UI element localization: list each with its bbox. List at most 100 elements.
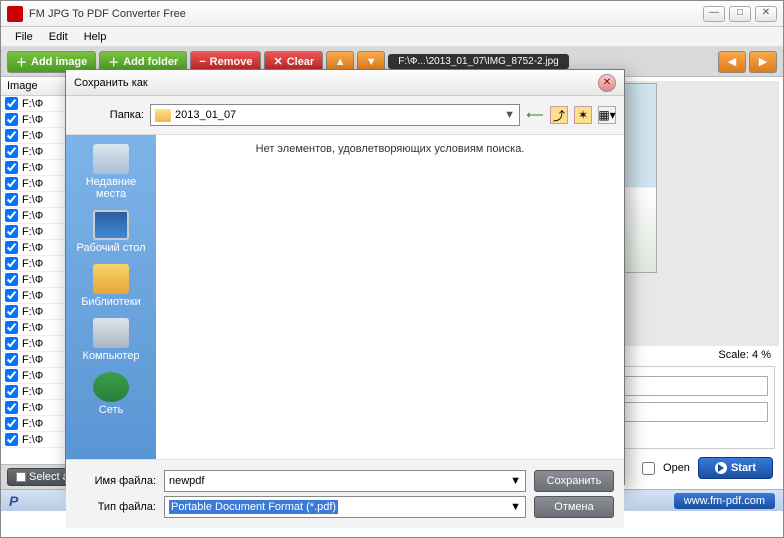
paypal-icon[interactable]: P bbox=[9, 493, 18, 509]
view-menu-icon[interactable]: ▦▾ bbox=[598, 106, 616, 124]
dialog-folder-row: Папка: 2013_01_07 ▼ ⟵ ⤴ ✶ ▦▾ bbox=[66, 96, 624, 135]
minimize-button[interactable]: — bbox=[703, 6, 725, 22]
row-text: F:\Ф bbox=[22, 386, 43, 398]
row-checkbox[interactable] bbox=[5, 225, 18, 238]
folder-value: 2013_01_07 bbox=[175, 109, 236, 121]
save-as-dialog: Сохранить как ✕ Папка: 2013_01_07 ▼ ⟵ ⤴ … bbox=[65, 69, 625, 485]
network-icon bbox=[93, 372, 129, 402]
back-icon[interactable]: ⟵ bbox=[526, 106, 544, 124]
row-checkbox[interactable] bbox=[5, 433, 18, 446]
row-checkbox[interactable] bbox=[5, 209, 18, 222]
row-text: F:\Ф bbox=[22, 338, 43, 350]
row-text: F:\Ф bbox=[22, 370, 43, 382]
libraries-icon bbox=[93, 264, 129, 294]
dialog-file-area[interactable]: Нет элементов, удовлетворяющих условиям … bbox=[156, 135, 624, 459]
place-recent[interactable]: Недавние места bbox=[71, 141, 151, 203]
row-checkbox[interactable] bbox=[5, 401, 18, 414]
row-checkbox[interactable] bbox=[5, 369, 18, 382]
dialog-close-button[interactable]: ✕ bbox=[598, 74, 616, 92]
maximize-button[interactable]: □ bbox=[729, 6, 751, 22]
window-title: FM JPG To PDF Converter Free bbox=[29, 8, 699, 20]
dialog-bottom: Имя файла: newpdf▼ Сохранить Тип файла: … bbox=[66, 459, 624, 528]
place-network[interactable]: Сеть bbox=[71, 369, 151, 419]
row-checkbox[interactable] bbox=[5, 289, 18, 302]
chevron-down-icon: ▼ bbox=[510, 475, 521, 487]
row-text: F:\Ф bbox=[22, 226, 43, 238]
folder-label: Папка: bbox=[74, 109, 144, 121]
empty-message: Нет элементов, удовлетворяющих условиям … bbox=[156, 135, 624, 459]
row-text: F:\Ф bbox=[22, 290, 43, 302]
row-checkbox[interactable] bbox=[5, 113, 18, 126]
cancel-button[interactable]: Отмена bbox=[534, 496, 614, 518]
website-link[interactable]: www.fm-pdf.com bbox=[674, 493, 775, 509]
chevron-down-icon: ▼ bbox=[504, 109, 515, 121]
up-folder-icon[interactable]: ⤴ bbox=[550, 106, 568, 124]
row-text: F:\Ф bbox=[22, 354, 43, 366]
row-checkbox[interactable] bbox=[5, 145, 18, 158]
open-label: Open bbox=[663, 462, 690, 474]
folder-icon bbox=[155, 109, 171, 122]
next-image-button[interactable]: ▶ bbox=[749, 51, 777, 73]
menu-help[interactable]: Help bbox=[76, 29, 115, 45]
filetype-combo[interactable]: Portable Document Format (*.pdf)▼ bbox=[164, 496, 526, 518]
dialog-body: Недавние места Рабочий стол Библиотеки К… bbox=[66, 135, 624, 459]
place-computer[interactable]: Компьютер bbox=[71, 315, 151, 365]
start-button[interactable]: Start bbox=[698, 457, 773, 479]
row-text: F:\Ф bbox=[22, 162, 43, 174]
open-after-checkbox[interactable] bbox=[642, 462, 655, 475]
dialog-title: Сохранить как bbox=[74, 77, 598, 89]
row-checkbox[interactable] bbox=[5, 305, 18, 318]
recent-icon bbox=[93, 144, 129, 174]
check-icon bbox=[16, 472, 26, 482]
save-button[interactable]: Сохранить bbox=[534, 470, 614, 492]
filename-label: Имя файла: bbox=[76, 475, 156, 487]
minus-icon: − bbox=[199, 56, 205, 68]
row-text: F:\Ф bbox=[22, 322, 43, 334]
row-text: F:\Ф bbox=[22, 146, 43, 158]
folder-plus-icon: ＋ bbox=[108, 54, 119, 70]
filename-input[interactable]: newpdf▼ bbox=[164, 470, 526, 492]
row-text: F:\Ф bbox=[22, 418, 43, 430]
computer-icon bbox=[93, 318, 129, 348]
row-text: F:\Ф bbox=[22, 210, 43, 222]
menu-file[interactable]: File bbox=[7, 29, 41, 45]
row-checkbox[interactable] bbox=[5, 353, 18, 366]
row-text: F:\Ф bbox=[22, 130, 43, 142]
close-button[interactable]: ✕ bbox=[755, 6, 777, 22]
app-icon bbox=[7, 6, 23, 22]
row-text: F:\Ф bbox=[22, 306, 43, 318]
row-text: F:\Ф bbox=[22, 194, 43, 206]
plus-icon: ＋ bbox=[16, 54, 27, 70]
row-text: F:\Ф bbox=[22, 178, 43, 190]
row-checkbox[interactable] bbox=[5, 273, 18, 286]
prev-image-button[interactable]: ◀ bbox=[718, 51, 746, 73]
row-text: F:\Ф bbox=[22, 402, 43, 414]
chevron-down-icon: ▼ bbox=[510, 501, 521, 513]
row-text: F:\Ф bbox=[22, 242, 43, 254]
dialog-titlebar: Сохранить как ✕ bbox=[66, 70, 624, 96]
place-libraries[interactable]: Библиотеки bbox=[71, 261, 151, 311]
place-desktop[interactable]: Рабочий стол bbox=[71, 207, 151, 257]
row-checkbox[interactable] bbox=[5, 241, 18, 254]
row-checkbox[interactable] bbox=[5, 337, 18, 350]
row-checkbox[interactable] bbox=[5, 129, 18, 142]
row-checkbox[interactable] bbox=[5, 257, 18, 270]
new-folder-icon[interactable]: ✶ bbox=[574, 106, 592, 124]
folder-combo[interactable]: 2013_01_07 ▼ bbox=[150, 104, 520, 126]
row-checkbox[interactable] bbox=[5, 321, 18, 334]
row-checkbox[interactable] bbox=[5, 385, 18, 398]
row-checkbox[interactable] bbox=[5, 161, 18, 174]
x-icon: ✕ bbox=[273, 55, 282, 68]
row-checkbox[interactable] bbox=[5, 417, 18, 430]
desktop-icon bbox=[93, 210, 129, 240]
row-text: F:\Ф bbox=[22, 274, 43, 286]
row-text: F:\Ф bbox=[22, 258, 43, 270]
row-checkbox[interactable] bbox=[5, 97, 18, 110]
row-text: F:\Ф bbox=[22, 434, 43, 446]
row-text: F:\Ф bbox=[22, 98, 43, 110]
menu-edit[interactable]: Edit bbox=[41, 29, 76, 45]
row-checkbox[interactable] bbox=[5, 177, 18, 190]
row-text: F:\Ф bbox=[22, 114, 43, 126]
places-bar: Недавние места Рабочий стол Библиотеки К… bbox=[66, 135, 156, 459]
row-checkbox[interactable] bbox=[5, 193, 18, 206]
